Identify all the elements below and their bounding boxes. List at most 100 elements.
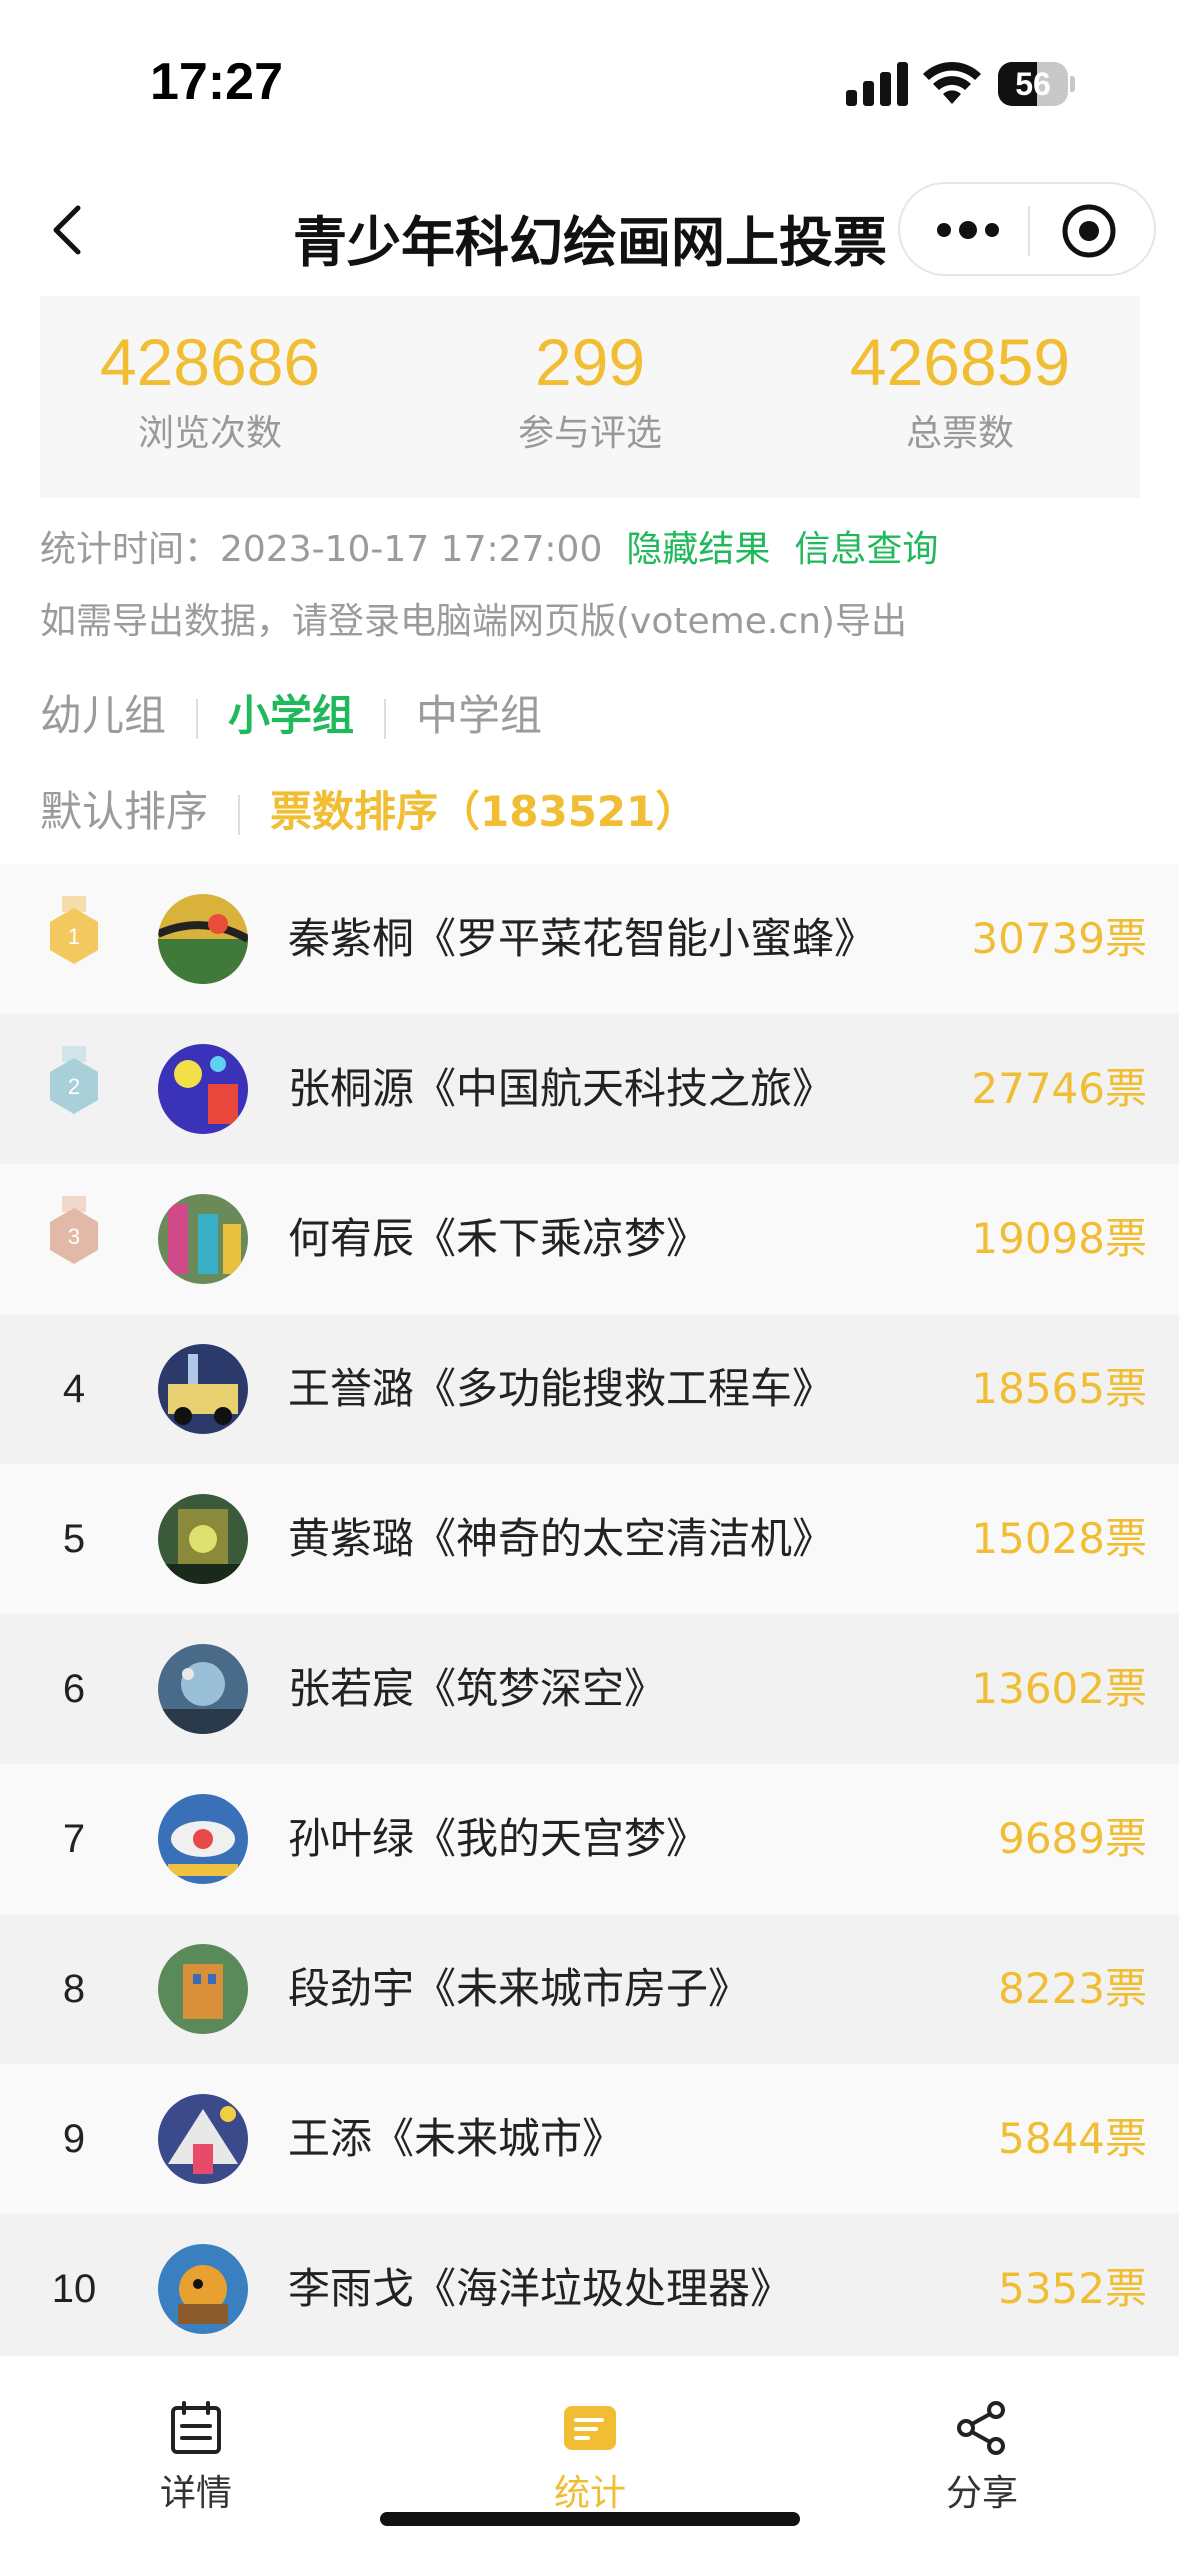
stat-value: 428686 [99, 325, 321, 399]
list-item[interactable]: 3 何宥辰《禾下乘凉梦》 19098票 [0, 1164, 1179, 1314]
status-bar: 17:27 56 [0, 0, 1179, 170]
gold-medal-icon: 1 [50, 896, 98, 964]
vote-count: 5844票 [998, 2114, 1147, 2163]
list-item[interactable]: 4 王誉潞《多功能搜救工程车》 18565票 [0, 1314, 1179, 1464]
sort-default[interactable]: 默认排序 [40, 778, 208, 839]
rank-number: 10 [51, 2267, 97, 2311]
list-item[interactable]: 2 张桐源《中国航天科技之旅》 27746票 [0, 1014, 1179, 1164]
entry-name: 何宥辰《禾下乘凉梦》 [288, 1214, 709, 1263]
entry-name: 秦紫桐《罗平菜花智能小蜜蜂》 [288, 914, 877, 963]
entry-name: 李雨戈《海洋垃圾处理器》 [288, 2264, 793, 2313]
tab-share[interactable]: 分享 [882, 2400, 1082, 2516]
tab-label: 详情 [159, 2473, 232, 2514]
avatar [158, 1644, 248, 1734]
more-icon[interactable] [928, 208, 1008, 252]
bottom-tab-bar: 详情 统计 分享 [0, 2356, 1179, 2556]
entry-name: 张若宸《筑梦深空》 [288, 1664, 667, 1713]
tab-label: 统计 [553, 2473, 626, 2514]
stat-label: 总票数 [905, 413, 1014, 454]
vote-count: 8223票 [998, 1964, 1147, 2013]
group-tabs: 幼儿组 小学组 中学组 [40, 682, 542, 743]
home-indicator [380, 2512, 800, 2526]
list-item[interactable]: 1 秦紫桐《罗平菜花智能小蜜蜂》 30739票 [0, 864, 1179, 1014]
tab-kindergarten[interactable]: 幼儿组 [40, 682, 166, 743]
page-title: 青少年科幻绘画网上投票 [293, 211, 887, 274]
medal-rank: 1 [68, 924, 80, 949]
tab-details[interactable]: 详情 [96, 2400, 296, 2516]
entry-name: 张桐源《中国航天科技之旅》 [288, 1064, 835, 1113]
hide-results-link[interactable]: 隐藏结果 [626, 529, 770, 570]
battery-level: 56 [1015, 66, 1051, 102]
tab-middle-school[interactable]: 中学组 [416, 682, 542, 743]
rank-number: 8 [62, 1967, 86, 2011]
avatar [158, 1044, 248, 1134]
avatar [158, 2094, 248, 2184]
entry-name: 黄紫璐《神奇的太空清洁机》 [288, 1514, 835, 1563]
avatar [158, 894, 248, 984]
cellular-signal-icon [846, 62, 908, 106]
close-target-icon[interactable] [1060, 202, 1118, 260]
list-item[interactable]: 6 张若宸《筑梦深空》 13602票 [0, 1614, 1179, 1764]
avatar [158, 1944, 248, 2034]
rank-number: 6 [62, 1667, 86, 1711]
rank-number: 4 [62, 1367, 86, 1411]
wifi-icon [923, 61, 981, 104]
vote-count: 5352票 [998, 2264, 1147, 2313]
info-query-link[interactable]: 信息查询 [794, 529, 938, 570]
tab-primary-school[interactable]: 小学组 [228, 682, 354, 743]
mini-program-capsule [898, 182, 1156, 276]
nav-bar: 青少年科幻绘画网上投票 [0, 170, 1179, 290]
divider [384, 698, 387, 739]
divider [238, 794, 241, 835]
medal-rank: 3 [68, 1224, 80, 1249]
avatar [158, 1794, 248, 1884]
status-time: 17:27 [150, 53, 283, 111]
stats-icon [564, 2406, 616, 2450]
vote-count: 9689票 [998, 1814, 1147, 1863]
medal-rank: 2 [68, 1074, 80, 1099]
stat-value: 299 [534, 325, 646, 399]
list-item[interactable]: 8 段劲宇《未来城市房子》 8223票 [0, 1914, 1179, 2064]
silver-medal-icon: 2 [50, 1046, 98, 1114]
list-item[interactable]: 5 黄紫璐《神奇的太空清洁机》 15028票 [0, 1464, 1179, 1614]
bronze-medal-icon: 3 [50, 1196, 98, 1264]
battery-icon: 56 [998, 62, 1075, 106]
tab-label: 分享 [945, 2473, 1018, 2514]
stat-label: 浏览次数 [137, 413, 282, 454]
export-note: 如需导出数据，请登录电脑端网页版(voteme.cn)导出 [40, 601, 907, 642]
calendar-icon [171, 2401, 221, 2454]
vote-count: 27746票 [971, 1064, 1147, 1113]
ranking-list: 1 秦紫桐《罗平菜花智能小蜜蜂》 30739票 2 张桐源《中国航天科技之旅》 … [0, 864, 1179, 2364]
sort-options: 默认排序 票数排序（183521） [40, 778, 697, 839]
stat-participants: 299 参与评选 [420, 324, 760, 456]
stat-time-line: 统计时间：2023-10-17 17:27:00 隐藏结果 信息查询 [40, 520, 938, 572]
vote-count: 13602票 [971, 1664, 1147, 1713]
tab-stats[interactable]: 统计 [490, 2400, 690, 2516]
divider [196, 698, 199, 739]
stat-value: 426859 [849, 325, 1071, 399]
stat-time: 统计时间：2023-10-17 17:27:00 [40, 529, 603, 570]
list-item[interactable]: 7 孙叶绿《我的天宫梦》 9689票 [0, 1764, 1179, 1914]
list-item[interactable]: 10 李雨戈《海洋垃圾处理器》 5352票 [0, 2214, 1179, 2364]
entry-name: 孙叶绿《我的天宫梦》 [288, 1814, 709, 1863]
stats-panel: 428686 浏览次数 299 参与评选 426859 总票数 [40, 296, 1140, 498]
avatar [158, 1344, 248, 1434]
entry-name: 段劲宇《未来城市房子》 [288, 1964, 751, 2013]
avatar [158, 1194, 248, 1284]
stat-views: 428686 浏览次数 [40, 324, 380, 456]
capsule-divider [1028, 206, 1030, 256]
sort-by-votes[interactable]: 票数排序 [270, 778, 438, 839]
share-icon [957, 2401, 1005, 2455]
rank-number: 9 [62, 2117, 86, 2161]
avatar [158, 2244, 248, 2334]
vote-count: 15028票 [971, 1514, 1147, 1563]
rank-number: 5 [62, 1517, 86, 1561]
stat-label: 参与评选 [517, 413, 662, 454]
entry-name: 王添《未来城市》 [288, 2114, 625, 2163]
entry-name: 王誉潞《多功能搜救工程车》 [288, 1364, 835, 1413]
vote-count: 19098票 [971, 1214, 1147, 1263]
vote-count: 18565票 [971, 1364, 1147, 1413]
avatar [158, 1494, 248, 1584]
list-item[interactable]: 9 王添《未来城市》 5844票 [0, 2064, 1179, 2214]
back-icon[interactable] [40, 200, 100, 260]
